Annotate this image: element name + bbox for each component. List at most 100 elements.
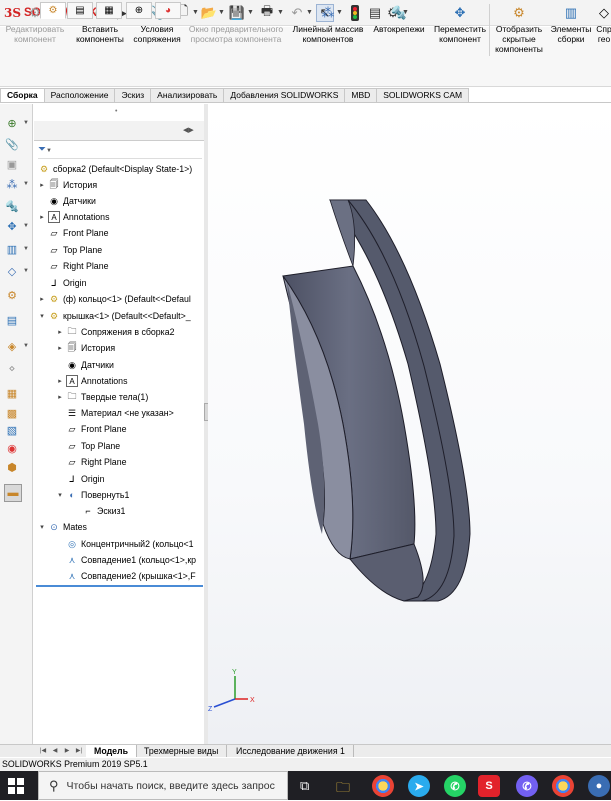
- taskbar-search[interactable]: ⚲ Чтобы начать поиск, введите здесь запр…: [38, 771, 288, 800]
- configuration-manager-tab-icon[interactable]: ▦: [96, 2, 122, 19]
- tab-mbd[interactable]: MBD: [345, 88, 378, 103]
- tree-item-right-plane[interactable]: ▱ Right Plane: [38, 258, 203, 274]
- tab-evaluate[interactable]: Анализировать: [151, 88, 225, 103]
- first-tab-icon[interactable]: |◀: [38, 746, 48, 756]
- chevron-down-icon[interactable]: ▼: [23, 268, 29, 274]
- chrome-profile-icon[interactable]: [552, 775, 574, 797]
- chevron-down-icon[interactable]: ▼: [23, 223, 29, 229]
- component-preview-icon[interactable]: ▣: [4, 156, 20, 172]
- fastener-icon[interactable]: 🔩: [4, 198, 20, 214]
- tab-layout[interactable]: Расположение: [44, 88, 116, 103]
- tree-item-revolve[interactable]: ▾ ◐ Повернуть1: [56, 487, 203, 503]
- tree-item-part-annotations[interactable]: ▸ A Annotations: [56, 373, 203, 389]
- expand-icon[interactable]: ▸: [38, 295, 46, 303]
- chevron-down-icon[interactable]: ▼: [23, 343, 29, 349]
- tree-filter[interactable]: ⏷▼: [38, 144, 202, 159]
- show-hidden-components-button[interactable]: ⚙ Отобразить скрытые компоненты: [491, 4, 547, 54]
- tree-item-sensors[interactable]: ◉ Датчики: [38, 193, 203, 209]
- explode-line-icon[interactable]: ⋄: [4, 360, 20, 376]
- tab-addins[interactable]: Добавления SOLIDWORKS: [224, 88, 346, 103]
- chevron-down-icon[interactable]: ▼: [23, 120, 29, 126]
- large-design-review-icon[interactable]: ▬: [4, 484, 22, 502]
- chevron-down-icon[interactable]: ▼: [23, 181, 29, 187]
- exploded-view-icon[interactable]: ◈: [4, 338, 20, 354]
- tree-item-mate-coincident1[interactable]: ⋏ Совпадение1 (кольцо<1>,кр: [56, 552, 203, 568]
- tabs-scroll-icon[interactable]: ◀▶: [183, 126, 194, 134]
- app-icon[interactable]: ●: [588, 775, 610, 797]
- expand-icon[interactable]: ▸: [38, 213, 46, 221]
- tab-model[interactable]: Модель: [86, 745, 138, 757]
- chevron-down-icon[interactable]: ▼: [23, 246, 29, 252]
- insert-component-icon[interactable]: ⊕: [4, 115, 20, 131]
- reference-geometry-icon[interactable]: ◇: [4, 263, 20, 279]
- tree-item-annotations[interactable]: ▸ A Annotations: [38, 209, 203, 225]
- next-tab-icon[interactable]: ▶: [62, 746, 72, 756]
- tree-item-part-ring[interactable]: ▸ ⚙ (ф) кольцо<1> (Default<<Defaul: [38, 291, 203, 307]
- tree-item-part-front-plane[interactable]: ▱ Front Plane: [56, 421, 203, 437]
- prev-tab-icon[interactable]: ◀: [50, 746, 60, 756]
- expand-icon[interactable]: ▸: [56, 344, 64, 352]
- reference-geometry-button[interactable]: ◇ Спр гео: [594, 4, 611, 44]
- feature-tree-tab-icon[interactable]: ⚙: [40, 2, 66, 19]
- viber-icon[interactable]: ✆: [516, 775, 538, 797]
- bill-of-materials-icon[interactable]: ▤: [4, 312, 20, 328]
- tab-assembly[interactable]: Сборка: [0, 88, 45, 103]
- tab-cam[interactable]: SOLIDWORKS CAM: [377, 88, 470, 103]
- tree-root-assembly[interactable]: ⚙ сборка2 (Default<Display State-1>): [36, 161, 203, 177]
- solidworks-taskbar-icon[interactable]: S: [478, 775, 500, 797]
- move-icon[interactable]: ✥: [4, 218, 20, 234]
- graphics-area[interactable]: Y X Z: [208, 104, 611, 744]
- tree-item-part-cover[interactable]: ▾ ⚙ крышка<1> (Default<<Default>_: [38, 308, 203, 324]
- tree-item-part-sensors[interactable]: ◉ Датчики: [56, 357, 203, 373]
- tree-rollback-bar[interactable]: [36, 585, 203, 587]
- tree-item-part-mates[interactable]: ▸ 🗀 Сопряжения в сборка2: [56, 324, 203, 340]
- expand-icon[interactable]: ▸: [56, 328, 64, 336]
- dimxpert-tab-icon[interactable]: ⊕: [126, 2, 152, 19]
- tab-3d-views[interactable]: Трехмерные виды: [136, 745, 228, 757]
- tab-sketch[interactable]: Эскиз: [115, 88, 152, 103]
- tree-item-part-right-plane[interactable]: ▱ Right Plane: [56, 454, 203, 470]
- expand-icon[interactable]: ▸: [56, 393, 64, 401]
- collapse-icon[interactable]: ▾: [56, 491, 64, 499]
- tree-item-part-origin[interactable]: ⅃ Origin: [56, 471, 203, 487]
- tree-item-part-top-plane[interactable]: ▱ Top Plane: [56, 438, 203, 454]
- tree-item-mate-coincident2[interactable]: ⋏ Совпадение2 (крышка<1>,F: [56, 568, 203, 584]
- instant3d-icon[interactable]: ⬢: [4, 459, 20, 475]
- property-manager-tab-icon[interactable]: ▤: [67, 2, 93, 19]
- tree-item-history[interactable]: ▸ 🗐 История: [38, 177, 203, 193]
- collapse-icon[interactable]: ▾: [38, 523, 46, 531]
- assembly-feature-icon[interactable]: ▥: [4, 241, 20, 257]
- tree-item-origin[interactable]: ⅃ Origin: [38, 275, 203, 291]
- paperclip-icon[interactable]: 📎: [4, 136, 20, 152]
- tree-item-top-plane[interactable]: ▱ Top Plane: [38, 242, 203, 258]
- pattern-icon[interactable]: ⁂: [4, 176, 20, 192]
- display-manager-tab-icon[interactable]: ◕: [155, 2, 181, 19]
- tree-item-mate-concentric[interactable]: ◎ Концентричный2 (кольцо<1: [56, 536, 203, 552]
- telegram-icon[interactable]: ➤: [408, 775, 430, 797]
- interference-icon[interactable]: ▦: [4, 385, 20, 401]
- expand-icon[interactable]: ▸: [38, 181, 46, 189]
- clearance-icon[interactable]: ▩: [4, 405, 20, 421]
- tab-motion-study[interactable]: Исследование движения 1: [228, 745, 354, 757]
- show-hidden-icon[interactable]: ⚙: [4, 287, 20, 303]
- move-component-button[interactable]: ✥ Переместить компонент: [432, 4, 488, 44]
- chrome-icon[interactable]: [372, 775, 394, 797]
- hole-alignment-icon[interactable]: ▧: [4, 422, 20, 438]
- preview-window-button[interactable]: ▣ Окно предварительного просмотра компон…: [184, 4, 288, 44]
- tree-item-part-history[interactable]: ▸ 🗐 История: [56, 340, 203, 356]
- tree-item-front-plane[interactable]: ▱ Front Plane: [38, 225, 203, 241]
- windows-start-icon[interactable]: [8, 778, 24, 794]
- smart-fasteners-button[interactable]: 🔩 Автокрепежи: [368, 4, 430, 34]
- collapse-icon[interactable]: ▾: [38, 312, 46, 320]
- performance-eval-icon[interactable]: ◉: [4, 440, 20, 456]
- file-explorer-icon[interactable]: 🗀: [336, 777, 350, 801]
- last-tab-icon[interactable]: ▶|: [74, 746, 84, 756]
- task-view-icon[interactable]: ⧉: [300, 778, 309, 794]
- whatsapp-icon[interactable]: ✆: [444, 775, 466, 797]
- assembly-model[interactable]: Y X Z: [208, 104, 611, 744]
- tree-item-mates[interactable]: ▾ ⊙ Mates: [38, 519, 203, 535]
- tree-item-solid-bodies[interactable]: ▸ 🗀 Твердые тела(1): [56, 389, 203, 405]
- tree-item-material[interactable]: ☰ Материал <не указан>: [56, 405, 203, 421]
- assembly-features-button[interactable]: ▥ Элементы сборки: [550, 4, 592, 44]
- linear-pattern-button[interactable]: ⁂ Линейный массив компонентов: [290, 4, 366, 44]
